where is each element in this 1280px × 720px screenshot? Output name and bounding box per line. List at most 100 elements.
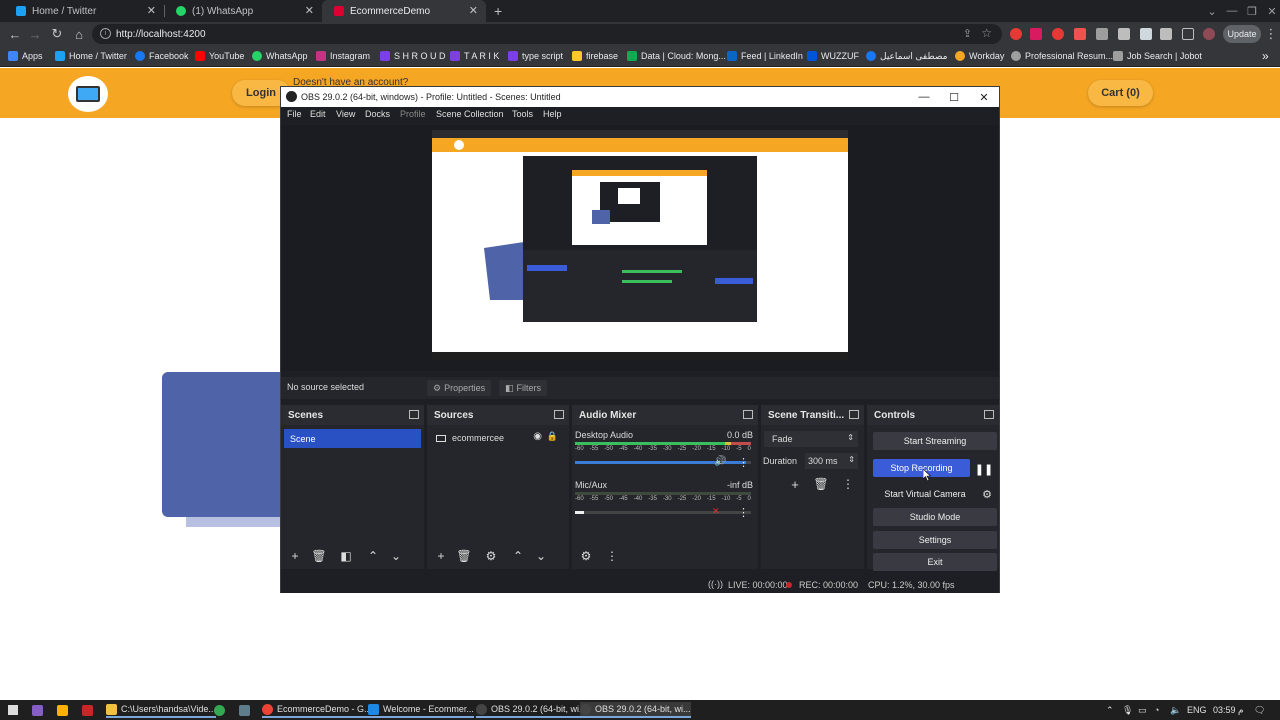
scene-item[interactable]: Scene: [284, 429, 421, 448]
microphone-icon[interactable]: 🎙: [1122, 702, 1133, 718]
update-button[interactable]: Update: [1223, 25, 1261, 43]
taskbar-chrome-window[interactable]: EcommerceDemo - G...: [262, 702, 372, 718]
share-icon[interactable]: ⇪: [963, 27, 972, 40]
extension-icon[interactable]: [1140, 28, 1152, 40]
puzzle-icon[interactable]: [1160, 28, 1172, 40]
bookmark-twitter[interactable]: Home / Twitter: [55, 46, 127, 66]
add-icon[interactable]: +: [433, 549, 449, 563]
volume-icon[interactable]: 🔈: [1170, 702, 1181, 718]
pinned-app-icon[interactable]: [57, 702, 72, 718]
gear-icon[interactable]: ⚙: [483, 549, 499, 563]
close-window-icon[interactable]: ✕: [1252, 0, 1280, 22]
bookmark-firebase[interactable]: firebase: [572, 46, 618, 66]
move-down-icon[interactable]: ⌄: [388, 549, 404, 563]
home-icon[interactable]: ⌂: [70, 25, 88, 43]
start-virtual-camera-button[interactable]: Start Virtual Camera: [873, 485, 977, 503]
menu-file[interactable]: File: [287, 109, 302, 119]
bookmark-workday[interactable]: Workday: [955, 46, 1004, 66]
extension-icon[interactable]: [1096, 28, 1108, 40]
windows-start-icon[interactable]: [6, 702, 20, 718]
avatar[interactable]: [1203, 28, 1215, 40]
undock-icon[interactable]: [849, 410, 859, 419]
info-icon[interactable]: i: [100, 28, 111, 39]
studio-mode-button[interactable]: Studio Mode: [873, 508, 997, 526]
bookmark-whatsapp[interactable]: WhatsApp: [252, 46, 308, 66]
extension-icon[interactable]: [1074, 28, 1086, 40]
stepper-icon[interactable]: ⇕: [848, 455, 855, 464]
exit-button[interactable]: Exit: [873, 553, 997, 571]
clock[interactable]: 03:59 م: [1213, 702, 1244, 718]
bookmark-linkedin[interactable]: Feed | LinkedIn: [727, 46, 803, 66]
transition-select[interactable]: Fade ⇕: [764, 431, 858, 447]
source-item[interactable]: ecommercee ◉ 🔒: [430, 429, 566, 447]
add-icon[interactable]: +: [787, 477, 803, 492]
preview-canvas[interactable]: [432, 130, 848, 360]
trash-icon[interactable]: 🗑: [456, 549, 472, 563]
taskbar-vscode[interactable]: Welcome - Ecommer...: [368, 702, 474, 718]
extension-icon[interactable]: [1010, 28, 1022, 40]
menu-tools[interactable]: Tools: [512, 109, 533, 119]
bookmark-apps[interactable]: Apps: [8, 46, 43, 66]
menu-help[interactable]: Help: [543, 109, 562, 119]
menu-view[interactable]: View: [336, 109, 355, 119]
taskbar-obs-1[interactable]: OBS 29.0.2 (64-bit, wi...: [476, 702, 587, 718]
add-icon[interactable]: +: [287, 549, 303, 563]
network-icon[interactable]: ◔: [1154, 702, 1159, 718]
more-bookmarks-icon[interactable]: »: [1262, 46, 1269, 66]
address-bar[interactable]: i http://localhost:4200 ⇪ ☆: [92, 24, 1002, 44]
minimize-icon[interactable]: —: [909, 87, 939, 107]
duration-input[interactable]: 300 ms ⇕: [805, 453, 858, 469]
trash-icon[interactable]: 🗑: [311, 549, 327, 563]
gear-icon[interactable]: ⚙: [578, 549, 594, 563]
pinned-app-icon[interactable]: [239, 702, 254, 718]
properties-button[interactable]: ⚙ Properties: [427, 380, 492, 396]
move-up-icon[interactable]: ⌃: [365, 549, 381, 563]
maximize-icon[interactable]: ☐: [939, 87, 969, 107]
menu-profile[interactable]: Profile: [400, 109, 426, 119]
back-icon[interactable]: ←: [6, 25, 24, 43]
close-icon[interactable]: ✕: [969, 87, 999, 107]
lock-icon[interactable]: 🔒: [547, 431, 558, 442]
menu-icon[interactable]: ⋮: [1262, 25, 1280, 43]
tray-overflow-icon[interactable]: ⌃: [1106, 702, 1114, 718]
language-indicator[interactable]: ENG: [1187, 702, 1207, 718]
stop-recording-button[interactable]: Stop Recording: [873, 459, 970, 477]
visual-studio-icon[interactable]: [32, 702, 47, 718]
kebab-menu-icon[interactable]: ⋮: [840, 477, 856, 491]
bookmark-facebook[interactable]: Facebook: [135, 46, 189, 66]
bookmark-typescript[interactable]: type script: [508, 46, 563, 66]
star-icon[interactable]: ☆: [981, 26, 992, 40]
settings-button[interactable]: Settings: [873, 531, 997, 549]
bookmark-instagram[interactable]: Instagram: [316, 46, 370, 66]
battery-icon[interactable]: ▭: [1138, 702, 1147, 718]
new-tab-button[interactable]: +: [488, 0, 512, 22]
tab-twitter[interactable]: Home / Twitter ✕: [4, 0, 164, 22]
kebab-menu-icon[interactable]: ⋮: [738, 506, 749, 519]
bookmark-shroud[interactable]: S H R O U D: [380, 46, 446, 66]
move-down-icon[interactable]: ⌄: [533, 549, 549, 563]
menu-edit[interactable]: Edit: [310, 109, 326, 119]
menu-scene-collection[interactable]: Scene Collection: [436, 109, 504, 119]
bookmark-mongodb[interactable]: Data | Cloud: Mong...: [627, 46, 726, 66]
notifications-icon[interactable]: 🗨: [1254, 702, 1265, 718]
eye-icon[interactable]: ◉: [533, 431, 542, 442]
bookmark-youtube[interactable]: YouTube: [195, 46, 244, 66]
taskbar-explorer[interactable]: C:\Users\handsa\Vide...: [106, 702, 216, 718]
taskbar-obs-2[interactable]: OBS 29.0.2 (64-bit, wi...: [580, 702, 691, 718]
bookmark-wuzzuf[interactable]: WUZZUF: [807, 46, 859, 66]
reload-icon[interactable]: ↻: [48, 25, 66, 43]
forward-icon[interactable]: →: [26, 25, 44, 43]
kebab-menu-icon[interactable]: ⋮: [738, 456, 749, 469]
bookmark-facebook-page[interactable]: مصطفى اسماعيل: [866, 46, 947, 66]
extension-icon[interactable]: [1030, 28, 1042, 40]
undock-icon[interactable]: [409, 410, 419, 419]
undock-icon[interactable]: [984, 410, 994, 419]
sidebar-icon[interactable]: [1182, 28, 1194, 40]
trash-icon[interactable]: 🗑: [813, 477, 829, 491]
speaker-icon[interactable]: 🔊: [714, 456, 726, 467]
bookmark-tarik[interactable]: T A R I K: [450, 46, 499, 66]
chrome-icon[interactable]: [214, 702, 229, 718]
cart-button[interactable]: Cart (0): [1088, 80, 1153, 106]
undock-icon[interactable]: [554, 410, 564, 419]
menu-docks[interactable]: Docks: [365, 109, 390, 119]
